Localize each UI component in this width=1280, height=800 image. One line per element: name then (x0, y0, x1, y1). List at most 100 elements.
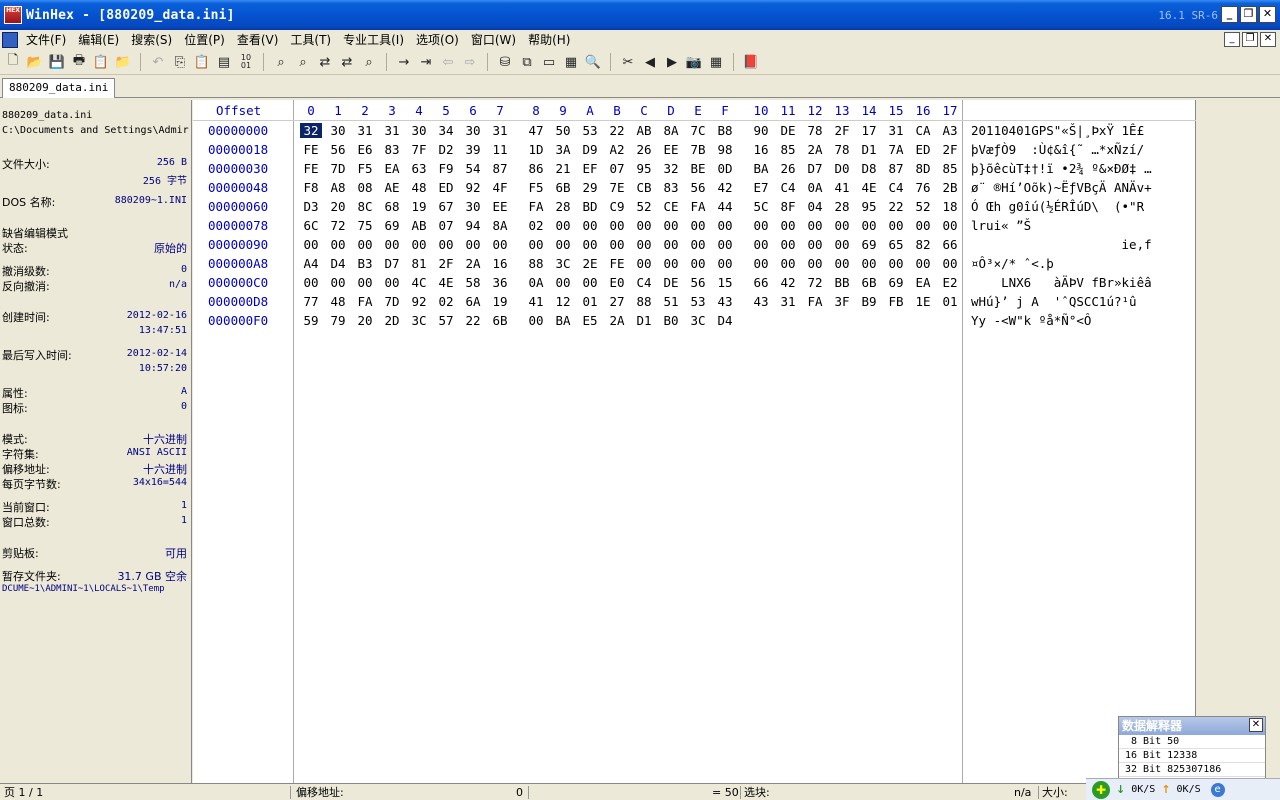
ascii-row[interactable]: ¤Ô³×/* ˆ<.þ (971, 256, 1054, 271)
hex-byte[interactable]: 02 (525, 218, 547, 233)
hex-byte[interactable]: AB (408, 218, 430, 233)
ascii-row[interactable]: 20110401GPS"«Š|¸ÞxŸ 1Ê£ (971, 123, 1144, 138)
hex-byte[interactable]: 00 (525, 237, 547, 252)
hex-byte[interactable]: 63 (408, 161, 430, 176)
hex-byte[interactable]: 00 (462, 237, 484, 252)
hex-byte[interactable]: 7D (327, 161, 349, 176)
hex-byte[interactable]: 11 (489, 142, 511, 157)
hex-byte[interactable]: ED (912, 142, 934, 157)
back-icon[interactable]: ⇦ (437, 51, 459, 73)
hex-byte[interactable]: 6A (462, 294, 484, 309)
hex-byte[interactable]: 00 (858, 218, 880, 233)
hex-byte[interactable]: 00 (750, 218, 772, 233)
hex-byte[interactable]: 31 (777, 294, 799, 309)
hex-byte[interactable]: 54 (462, 161, 484, 176)
hex-byte[interactable]: 31 (489, 123, 511, 138)
tab-file[interactable]: 880209_data.ini (2, 78, 116, 98)
forward-icon[interactable]: ⇨ (459, 51, 481, 73)
hex-byte[interactable]: 18 (939, 199, 961, 214)
hex-byte[interactable]: AE (381, 180, 403, 195)
hex-byte[interactable]: 47 (525, 123, 547, 138)
hex-byte[interactable]: FE (606, 256, 628, 271)
hex-byte[interactable]: 00 (660, 237, 682, 252)
hex-byte[interactable]: 20 (354, 313, 376, 328)
hex-byte[interactable]: 7C (687, 123, 709, 138)
hex-byte[interactable]: EA (912, 275, 934, 290)
hex-byte[interactable]: 00 (912, 256, 934, 271)
hex-byte[interactable]: 00 (381, 237, 403, 252)
minimize-button[interactable]: _ (1221, 6, 1238, 23)
hex-byte[interactable]: CE (660, 199, 682, 214)
hex-byte[interactable]: 98 (714, 142, 736, 157)
hex-byte[interactable]: 00 (606, 218, 628, 233)
help-book-icon[interactable]: 📕 (740, 51, 762, 73)
hex-byte[interactable]: 69 (858, 237, 880, 252)
hex-byte[interactable]: 85 (939, 161, 961, 176)
hex-byte[interactable]: 56 (687, 275, 709, 290)
find-hex-icon[interactable]: ⌕ (292, 51, 314, 73)
ascii-row[interactable]: wHú}’ j A 'ˆQSCC1ú?¹û (971, 294, 1137, 309)
hex-byte[interactable]: 07 (606, 161, 628, 176)
hex-byte[interactable]: EE (489, 199, 511, 214)
hex-byte[interactable]: 39 (462, 142, 484, 157)
hex-byte[interactable]: 00 (687, 218, 709, 233)
hex-byte[interactable]: 00 (660, 256, 682, 271)
hex-byte[interactable]: 0A (804, 180, 826, 195)
paste-icon[interactable]: 📋 (191, 51, 213, 73)
hex-byte[interactable]: 79 (327, 313, 349, 328)
browser-icon[interactable]: e (1210, 782, 1225, 797)
hex-byte[interactable]: 00 (660, 218, 682, 233)
hex-byte[interactable]: 00 (831, 237, 853, 252)
hex-byte[interactable]: 00 (939, 256, 961, 271)
hex-byte[interactable]: 41 (831, 180, 853, 195)
goto-icon[interactable]: ⇥ (415, 51, 437, 73)
hex-byte[interactable]: D8 (858, 161, 880, 176)
hex-byte[interactable]: 88 (633, 294, 655, 309)
hex-byte[interactable]: 21 (552, 161, 574, 176)
hex-byte[interactable]: 3C (552, 256, 574, 271)
ascii-row[interactable]: ie‚f (971, 237, 1152, 252)
hex-byte[interactable]: 90 (750, 123, 772, 138)
hex-byte[interactable]: FA (525, 199, 547, 214)
hex-byte[interactable]: 4E (858, 180, 880, 195)
menu-specialist-tools[interactable]: 专业工具(I) (339, 30, 412, 50)
next-icon[interactable]: ▶ (661, 51, 683, 73)
hex-byte[interactable]: 52 (633, 199, 655, 214)
hex-byte[interactable]: 00 (579, 218, 601, 233)
hex-byte[interactable]: 31 (354, 123, 376, 138)
hex-byte[interactable]: 81 (408, 256, 430, 271)
hex-byte[interactable]: 8D (912, 161, 934, 176)
ascii-row[interactable]: þVæƒÒ9 :Ù¢&î{˜ …*xÑzí/ (971, 142, 1144, 157)
hex-byte[interactable]: 01 (939, 294, 961, 309)
hex-byte[interactable]: 36 (489, 275, 511, 290)
hex-byte[interactable]: F5 (525, 180, 547, 195)
menu-window[interactable]: 窗口(W) (467, 30, 524, 50)
hex-byte[interactable]: A8 (327, 180, 349, 195)
hex-byte[interactable]: C4 (885, 180, 907, 195)
hex-byte[interactable]: 00 (633, 218, 655, 233)
hex-byte[interactable]: 86 (525, 161, 547, 176)
hex-byte[interactable]: 16 (750, 142, 772, 157)
paste-special-icon[interactable]: ▤ (213, 51, 235, 73)
hex-byte[interactable]: 30 (327, 123, 349, 138)
hex-byte[interactable]: 00 (858, 256, 880, 271)
hex-byte[interactable]: 4C (408, 275, 430, 290)
menu-search[interactable]: 搜索(S) (127, 30, 180, 50)
hex-byte[interactable]: 00 (552, 237, 574, 252)
hex-byte[interactable]: 6C (300, 218, 322, 233)
menu-view[interactable]: 查看(V) (233, 30, 287, 50)
undo-icon[interactable]: ↶ (147, 51, 169, 73)
hex-byte[interactable]: 41 (525, 294, 547, 309)
hex-byte[interactable]: BA (552, 313, 574, 328)
hex-byte[interactable]: E6 (354, 142, 376, 157)
binary-icon[interactable]: 10 01 (235, 51, 257, 73)
hex-byte[interactable]: DE (660, 275, 682, 290)
menu-tools[interactable]: 工具(T) (286, 30, 339, 50)
hex-byte[interactable]: 00 (300, 237, 322, 252)
hex-byte[interactable]: 59 (300, 313, 322, 328)
hex-byte[interactable]: B9 (858, 294, 880, 309)
hex-byte[interactable]: 20 (327, 199, 349, 214)
hex-byte[interactable]: 52 (912, 199, 934, 214)
hex-byte[interactable]: 26 (777, 161, 799, 176)
hex-byte[interactable]: 83 (660, 180, 682, 195)
